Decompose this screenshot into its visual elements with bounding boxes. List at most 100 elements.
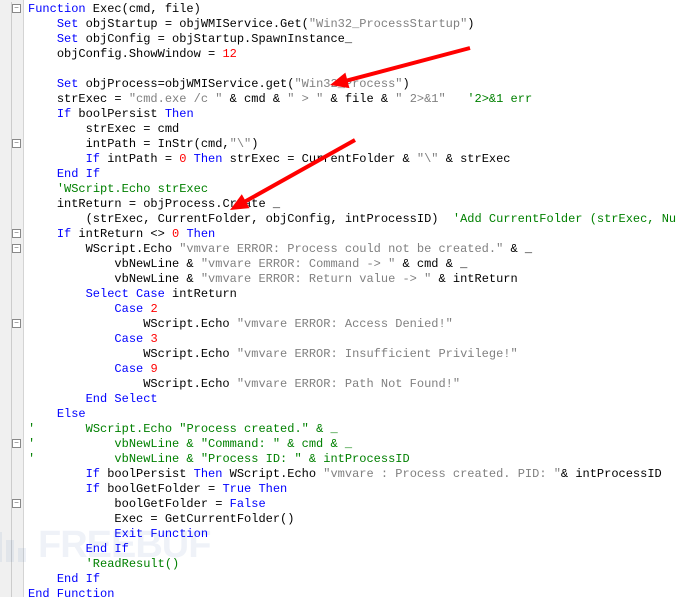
code-editor: Function Exec(cmd, file) Set objStartup … (0, 0, 690, 597)
code-line[interactable]: Case 9 (28, 362, 690, 377)
code-line[interactable]: Case 2 (28, 302, 690, 317)
code-token: If (86, 482, 100, 496)
code-line[interactable]: If intReturn <> 0 Then (28, 227, 690, 242)
code-line[interactable]: Exec = GetCurrentFolder() (28, 512, 690, 527)
code-token: strExec = CurrentFolder & (222, 152, 416, 166)
code-token: Exit Function (114, 527, 208, 541)
code-token: "cmd.exe /c " (129, 92, 223, 106)
code-token: "Win32_ProcessStartup" (309, 17, 467, 31)
code-token (35, 452, 114, 466)
code-token: "\" (230, 137, 252, 151)
code-token: intReturn <> (71, 227, 172, 241)
code-token: If (86, 152, 100, 166)
code-line[interactable]: intReturn = objProcess.Create _ (28, 197, 690, 212)
fold-toggle[interactable] (12, 139, 21, 148)
code-token: If (86, 467, 100, 481)
code-token: boolGetFolder = (100, 482, 222, 496)
code-token: vbNewLine & "Process ID: " & intProcessI… (114, 452, 409, 466)
code-token: boolGetFolder = (114, 497, 229, 511)
code-line[interactable]: intPath = InStr(cmd,"\") (28, 137, 690, 152)
code-token: 12 (222, 47, 236, 61)
code-token: End Function (28, 587, 114, 601)
code-token: True (222, 482, 251, 496)
code-line[interactable]: WScript.Echo "vmvare ERROR: Insufficient… (28, 347, 690, 362)
code-line[interactable]: WScript.Echo "vmvare ERROR: Process coul… (28, 242, 690, 257)
code-line[interactable]: boolGetFolder = False (28, 497, 690, 512)
code-line[interactable]: Exit Function (28, 527, 690, 542)
code-token: Set (57, 17, 79, 31)
code-line[interactable]: ' vbNewLine & "Command: " & cmd & _ (28, 437, 690, 452)
code-token: "vmvare : Process created. PID: " (323, 467, 561, 481)
code-token: "vmvare ERROR: Access Denied!" (237, 317, 453, 331)
code-token: 'Add CurrentFolder (strExec, Nu (453, 212, 676, 226)
code-token: objConfig = objStartup.SpawnInstance_ (78, 32, 352, 46)
code-token: " > " (287, 92, 323, 106)
code-line[interactable]: ' vbNewLine & "Process ID: " & intProces… (28, 452, 690, 467)
code-area[interactable]: Function Exec(cmd, file) Set objStartup … (24, 0, 690, 597)
code-token: Exec(cmd, file) (86, 2, 201, 16)
code-line[interactable]: vbNewLine & "vmvare ERROR: Return value … (28, 272, 690, 287)
code-token: Then (258, 482, 287, 496)
code-line[interactable]: ' WScript.Echo "Process created." & _ (28, 422, 690, 437)
code-token: "Win32_Process" (294, 77, 402, 91)
code-line[interactable]: End Function (28, 587, 690, 602)
code-token: WScript.Echo (222, 467, 323, 481)
code-line[interactable]: Set objProcess=objWMIService.get("Win32_… (28, 77, 690, 92)
code-line[interactable]: If boolGetFolder = True Then (28, 482, 690, 497)
code-token: 2 (150, 302, 157, 316)
code-token: boolPersist (71, 107, 165, 121)
code-line[interactable]: objConfig.ShowWindow = 12 (28, 47, 690, 62)
code-line[interactable]: End If (28, 542, 690, 557)
code-line[interactable]: If boolPersist Then (28, 107, 690, 122)
code-token (35, 437, 114, 451)
code-token: WScript.Echo (143, 317, 237, 331)
code-token: Select Case (86, 287, 165, 301)
code-token: '2>&1 err (467, 92, 532, 106)
code-line[interactable]: strExec = cmd (28, 122, 690, 137)
code-line[interactable]: strExec = "cmd.exe /c " & cmd & " > " & … (28, 92, 690, 107)
code-line[interactable]: Else (28, 407, 690, 422)
code-token: objProcess=objWMIService.get( (78, 77, 294, 91)
code-line[interactable]: 'ReadResult() (28, 557, 690, 572)
code-token: "\" (417, 152, 439, 166)
code-line[interactable]: End If (28, 167, 690, 182)
code-token: Then (194, 152, 223, 166)
fold-toggle[interactable] (12, 229, 21, 238)
fold-toggle[interactable] (12, 244, 21, 253)
code-line[interactable]: End Select (28, 392, 690, 407)
code-token: 9 (150, 362, 157, 376)
code-line[interactable] (28, 62, 690, 77)
code-token (35, 422, 85, 436)
code-line[interactable]: Set objStartup = objWMIService.Get("Win3… (28, 17, 690, 32)
code-line[interactable]: Case 3 (28, 332, 690, 347)
code-line[interactable]: 'WScript.Echo strExec (28, 182, 690, 197)
code-token: If (57, 107, 71, 121)
fold-toggle[interactable] (12, 319, 21, 328)
code-token: 'WScript.Echo strExec (57, 182, 208, 196)
code-token: End Select (86, 392, 158, 406)
code-line[interactable]: vbNewLine & "vmvare ERROR: Command -> " … (28, 257, 690, 272)
code-line[interactable]: End If (28, 572, 690, 587)
code-line[interactable]: Function Exec(cmd, file) (28, 2, 690, 17)
code-token: End If (57, 572, 100, 586)
code-line[interactable]: Set objConfig = objStartup.SpawnInstance… (28, 32, 690, 47)
fold-toggle[interactable] (12, 499, 21, 508)
code-token: WScript.Echo (86, 242, 180, 256)
code-token: & strExec (439, 152, 511, 166)
fold-toggle[interactable] (12, 439, 21, 448)
code-token (446, 92, 468, 106)
code-line[interactable]: If intPath = 0 Then strExec = CurrentFol… (28, 152, 690, 167)
code-token: Then (165, 107, 194, 121)
code-line[interactable]: If boolPersist Then WScript.Echo "vmvare… (28, 467, 690, 482)
code-line[interactable]: Select Case intReturn (28, 287, 690, 302)
code-line[interactable]: WScript.Echo "vmvare ERROR: Access Denie… (28, 317, 690, 332)
fold-toggle[interactable] (12, 4, 21, 13)
code-token: & cmd & (222, 92, 287, 106)
code-token: Function (28, 2, 86, 16)
code-token: & intReturn (431, 272, 517, 286)
code-token: WScript.Echo (143, 377, 237, 391)
code-token: False (230, 497, 266, 511)
code-line[interactable]: (strExec, CurrentFolder, objConfig, intP… (28, 212, 690, 227)
code-line[interactable]: WScript.Echo "vmvare ERROR: Path Not Fou… (28, 377, 690, 392)
code-token: "vmvare ERROR: Path Not Found!" (237, 377, 460, 391)
